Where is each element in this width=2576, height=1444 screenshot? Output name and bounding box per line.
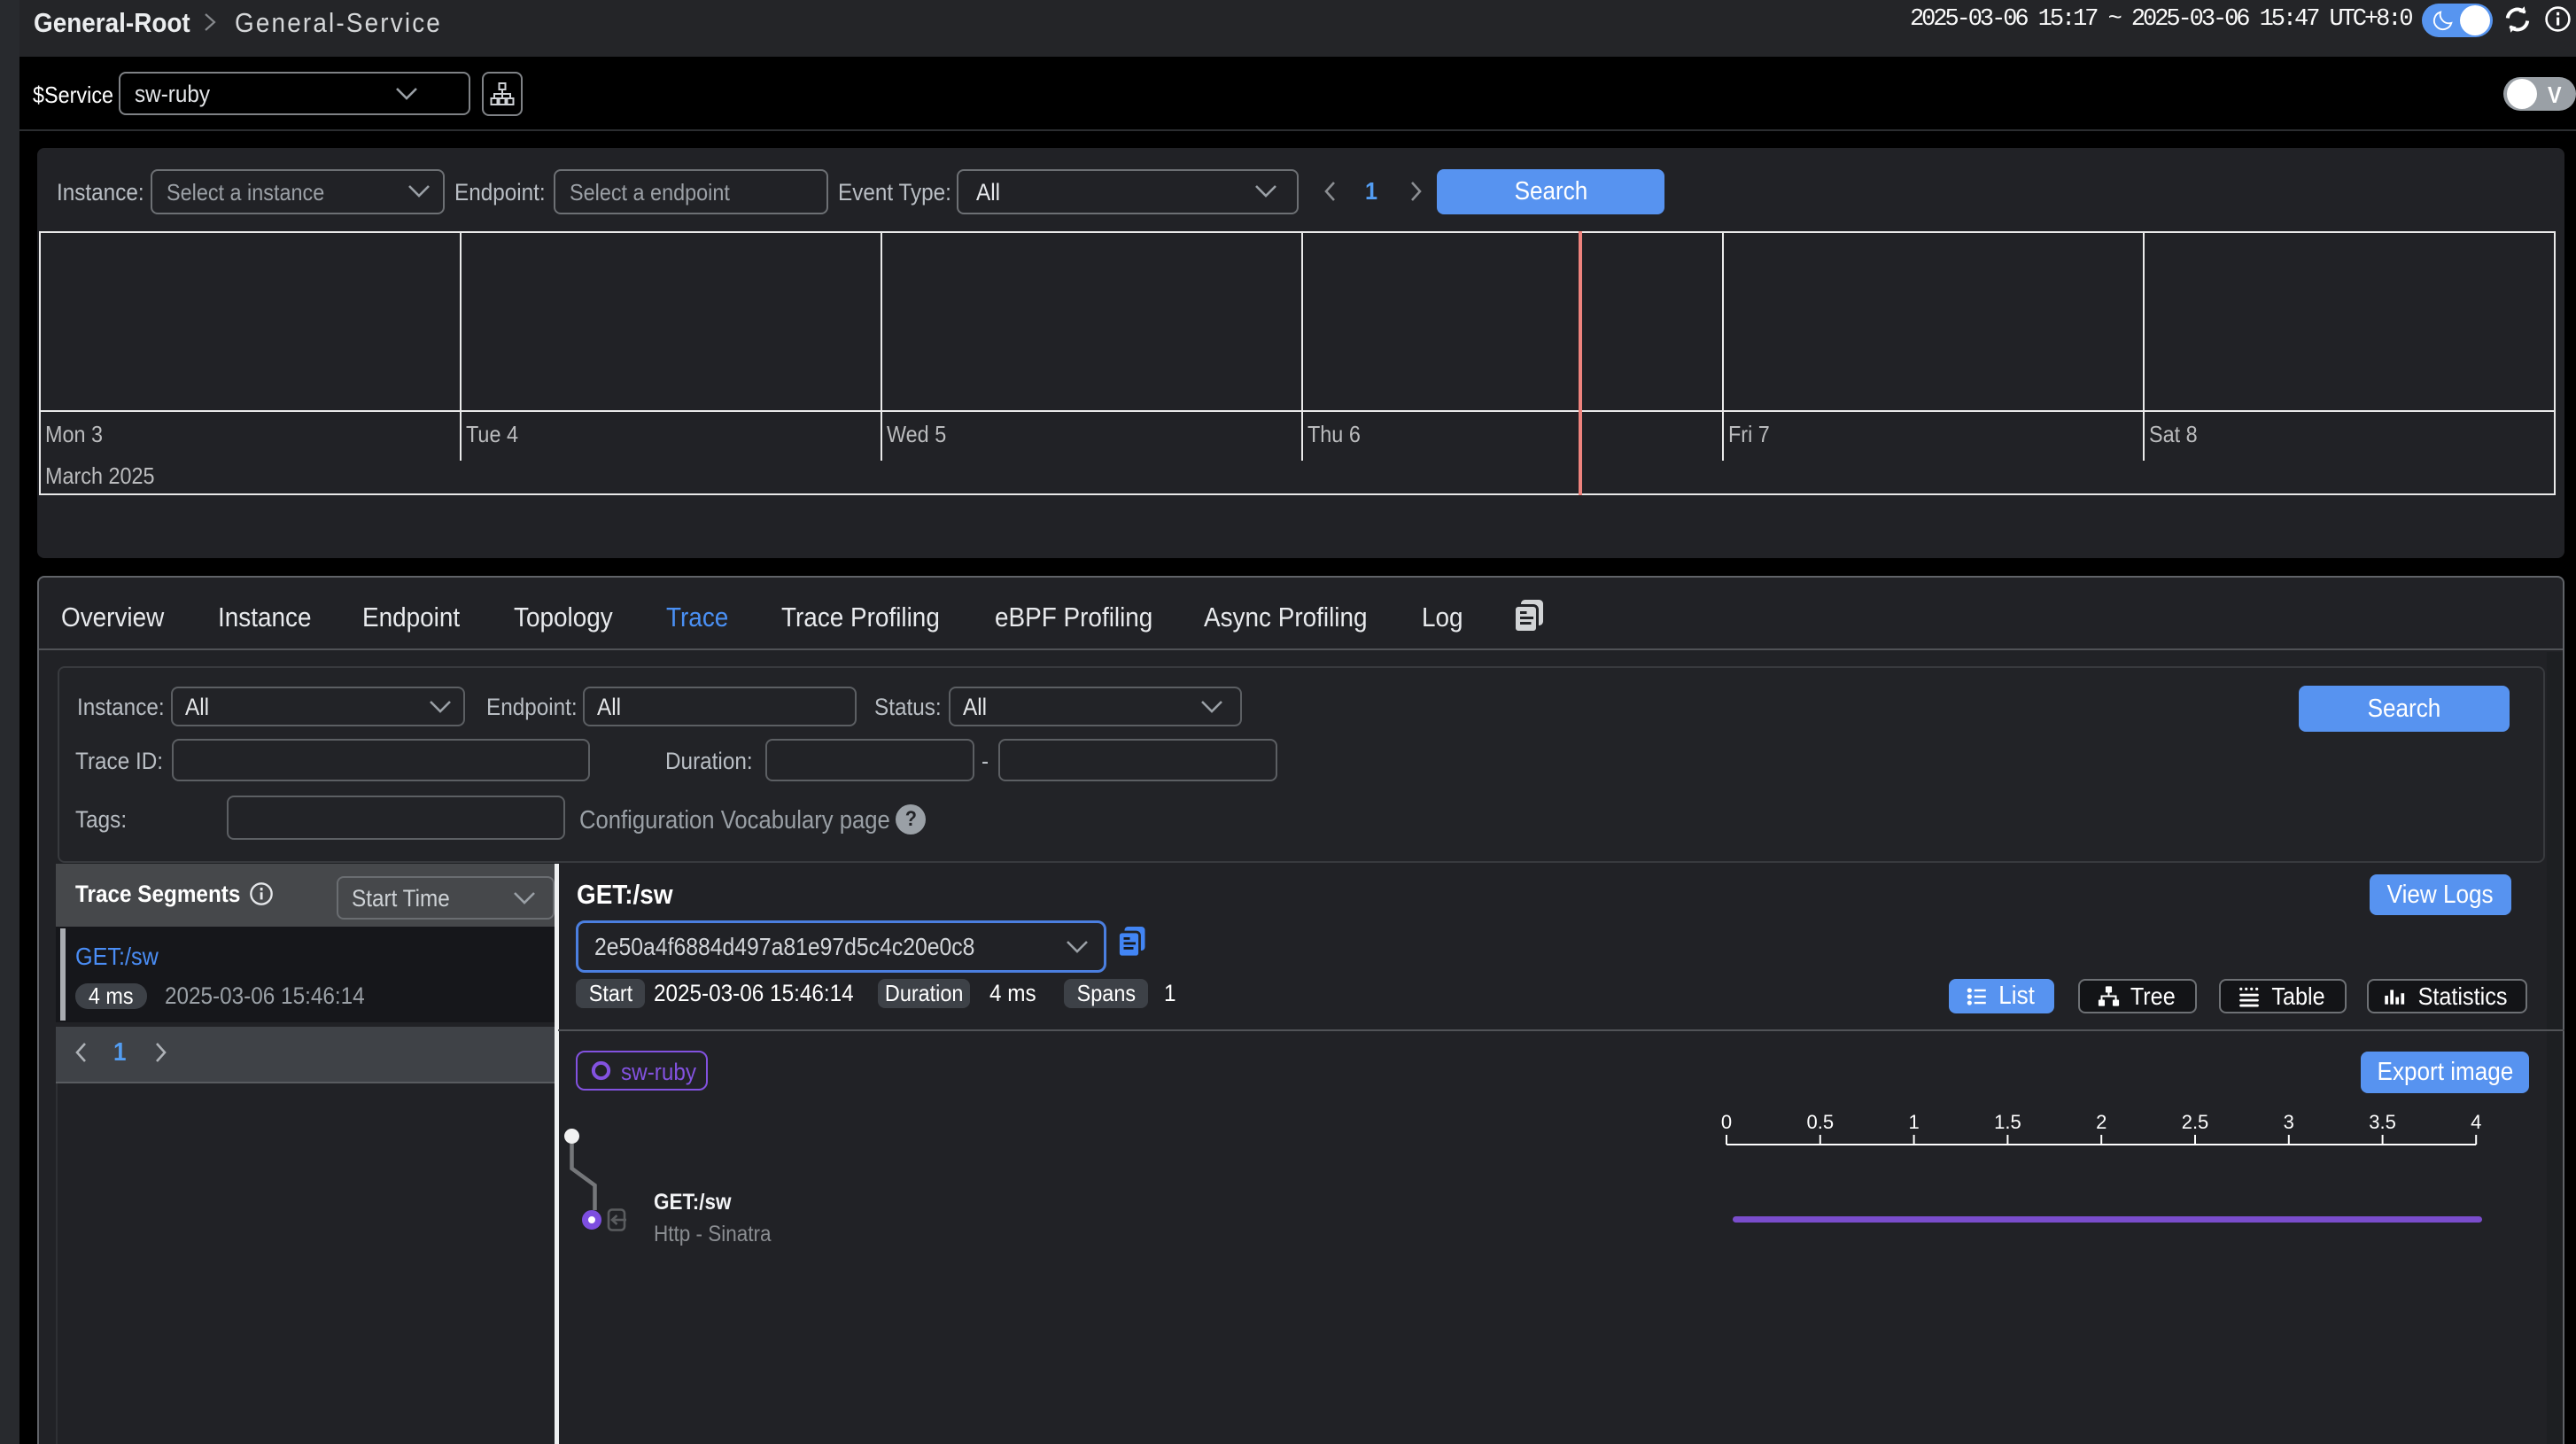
svg-text:2.5: 2.5 [2182,1111,2209,1133]
svg-text:3: 3 [2284,1111,2294,1133]
svg-text:1.5: 1.5 [1994,1111,2021,1133]
svg-text:4: 4 [2471,1111,2481,1133]
svg-text:0: 0 [1721,1111,1732,1133]
svg-text:3.5: 3.5 [2369,1111,2396,1133]
svg-text:2: 2 [2096,1111,2107,1133]
svg-text:1: 1 [1908,1111,1919,1133]
svg-text:0.5: 0.5 [1807,1111,1835,1133]
